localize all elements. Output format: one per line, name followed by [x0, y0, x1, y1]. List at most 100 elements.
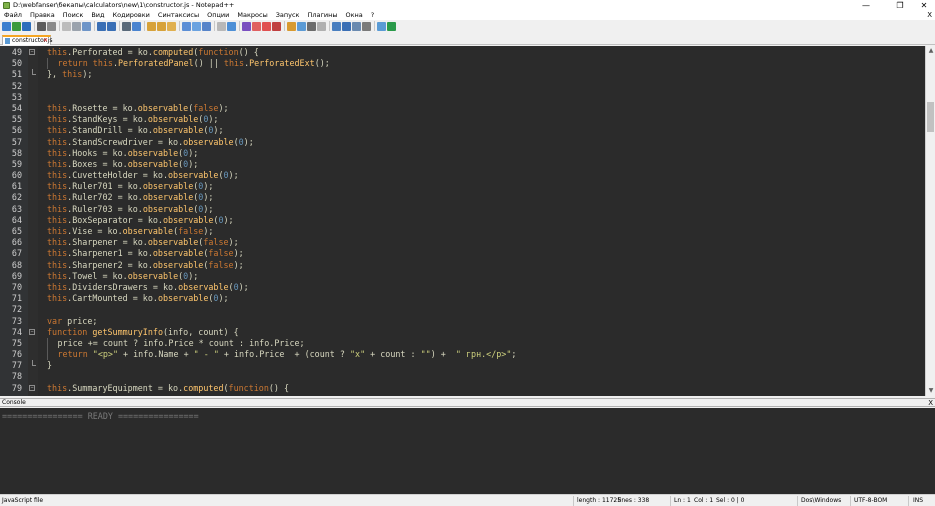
status-insert-mode[interactable]: INS [913, 496, 923, 506]
code-line: 77} [0, 360, 925, 371]
toolbar-button-icon[interactable] [262, 22, 271, 31]
code-token: false [193, 102, 219, 113]
code-token: this [223, 58, 245, 69]
console-close-icon[interactable]: X [928, 399, 933, 407]
code-token: this [47, 237, 68, 248]
code-token: this [62, 69, 83, 80]
close-document-icon[interactable]: X [927, 11, 932, 20]
console-panel[interactable]: ================ READY ================ [0, 408, 935, 494]
toolbar-button-icon[interactable] [22, 22, 31, 31]
toolbar-button-icon[interactable] [252, 22, 261, 31]
menu-file[interactable]: Файл [0, 11, 26, 20]
toolbar-button-icon[interactable] [352, 22, 361, 31]
toolbar-button-icon[interactable] [122, 22, 131, 31]
toolbar-button-icon[interactable] [297, 22, 306, 31]
code-token: return [57, 349, 93, 360]
toolbar-button-icon[interactable] [342, 22, 351, 31]
toolbar-button-icon[interactable] [202, 22, 211, 31]
tab-close-icon[interactable]: ✕ [43, 37, 48, 44]
code-line: 66 this.Sharpener = ko.observable(false); [0, 237, 925, 248]
toolbar-button-icon[interactable] [242, 22, 251, 31]
toolbar-button-icon[interactable] [317, 22, 326, 31]
status-eol[interactable]: Dos\Windows [801, 496, 841, 506]
toolbar-button-icon[interactable] [332, 22, 341, 31]
menu-run[interactable]: Запуск [272, 11, 304, 20]
line-number: 67 [11, 248, 22, 259]
toolbar-button-icon[interactable] [132, 22, 141, 31]
menu-bar: Файл Правка Поиск Вид Кодировки Синтаксисы Опц… [0, 11, 935, 20]
code-line: 60 this.CuvetteHolder = ko.observable(0); [0, 170, 925, 181]
toolbar-button-icon[interactable] [217, 22, 226, 31]
toolbar-button-icon[interactable] [72, 22, 81, 31]
code-line: 74− function getSummuryInfo(info, count) … [0, 327, 925, 338]
code-token: observable [162, 214, 214, 225]
code-token: this [47, 259, 68, 270]
code-token: observable [152, 248, 204, 259]
vertical-scrollbar[interactable]: ▲ ▼ [925, 46, 935, 396]
menu-edit[interactable]: Правка [26, 11, 59, 20]
fold-toggle-icon[interactable]: − [29, 328, 35, 335]
indent-guide [47, 58, 48, 70]
code-text: this.Ruler702 = ko.observable(0); [47, 192, 213, 203]
toolbar-button-icon[interactable] [62, 22, 71, 31]
code-text: this.DividersDrawers = ko.observable(0); [47, 282, 249, 293]
maximize-button[interactable]: ❐ [889, 0, 911, 11]
toolbar-button-icon[interactable] [307, 22, 316, 31]
toolbar-button-icon[interactable] [82, 22, 91, 31]
toolbar-button-icon[interactable] [37, 22, 46, 31]
toolbar-button-icon[interactable] [157, 22, 166, 31]
code-editor[interactable]: 49 − this.Perforated = ko.computed(functio… [0, 46, 935, 396]
menu-macro[interactable]: Макросы [233, 11, 271, 20]
toolbar-button-icon[interactable] [182, 22, 191, 31]
status-file-type: JavaScript file [2, 497, 44, 504]
fold-toggle-icon[interactable]: − [29, 49, 35, 55]
code-text: this.Towel = ko.observable(0); [47, 271, 198, 282]
toolbar-button-icon[interactable] [192, 22, 201, 31]
code-token: ); [223, 214, 234, 225]
toolbar-button-icon[interactable] [287, 22, 296, 31]
menu-settings[interactable]: Опции [203, 11, 233, 20]
toolbar-button-icon[interactable] [47, 22, 56, 31]
menu-help[interactable]: ? [367, 11, 378, 20]
status-encoding[interactable]: UTF-8-BOM [854, 496, 887, 506]
scroll-thumb[interactable] [927, 102, 934, 132]
code-token: .Sharpener = ko. [67, 237, 148, 248]
code-token: + count : [365, 349, 421, 360]
close-window-button[interactable]: ✕ [913, 0, 935, 11]
toolbar-button-icon[interactable] [2, 22, 11, 31]
code-token: this [47, 281, 68, 292]
toolbar-button-icon[interactable] [387, 22, 396, 31]
code-line: 54 this.Rosette = ko.observable(false); [0, 103, 925, 114]
toolbar-button-icon[interactable] [227, 22, 236, 31]
code-token: computed [152, 47, 194, 57]
menu-window[interactable]: Окна [342, 11, 367, 20]
minimize-button[interactable]: — [855, 0, 877, 11]
code-line: 70 this.DividersDrawers = ko.observable(0… [0, 282, 925, 293]
scroll-down-icon[interactable]: ▼ [927, 387, 935, 395]
menu-plugins[interactable]: Плагины [303, 11, 341, 20]
code-line: 49 − this.Perforated = ko.computed(functio… [0, 47, 925, 58]
menu-encoding[interactable]: Кодировки [109, 11, 154, 20]
toolbar-button-icon[interactable] [12, 22, 21, 31]
code-token: ); [243, 136, 254, 147]
toolbar-button-icon[interactable] [272, 22, 281, 31]
code-token: function [228, 382, 269, 393]
fold-toggle-icon[interactable]: − [29, 384, 35, 391]
code-token: (); [314, 58, 330, 69]
line-number: 55 [11, 114, 22, 125]
status-ln: Ln : 1 [674, 497, 691, 504]
scroll-up-icon[interactable]: ▲ [927, 47, 935, 55]
toolbar-button-icon[interactable] [107, 22, 116, 31]
menu-search[interactable]: Поиск [59, 11, 88, 20]
toolbar-button-icon[interactable] [377, 22, 386, 31]
tab-constructor-js[interactable]: constructor.js ✕ [2, 35, 52, 45]
toolbar-button-icon[interactable] [362, 22, 371, 31]
line-number: 49 [11, 47, 22, 57]
toolbar-button-icon[interactable] [97, 22, 106, 31]
menu-language[interactable]: Синтаксисы [154, 11, 203, 20]
menu-view[interactable]: Вид [87, 11, 108, 20]
toolbar-button-icon[interactable] [147, 22, 156, 31]
toolbar-button-icon[interactable] [167, 22, 176, 31]
code-token: () { [238, 47, 259, 57]
code-token: " грн.</p>" [455, 349, 512, 360]
